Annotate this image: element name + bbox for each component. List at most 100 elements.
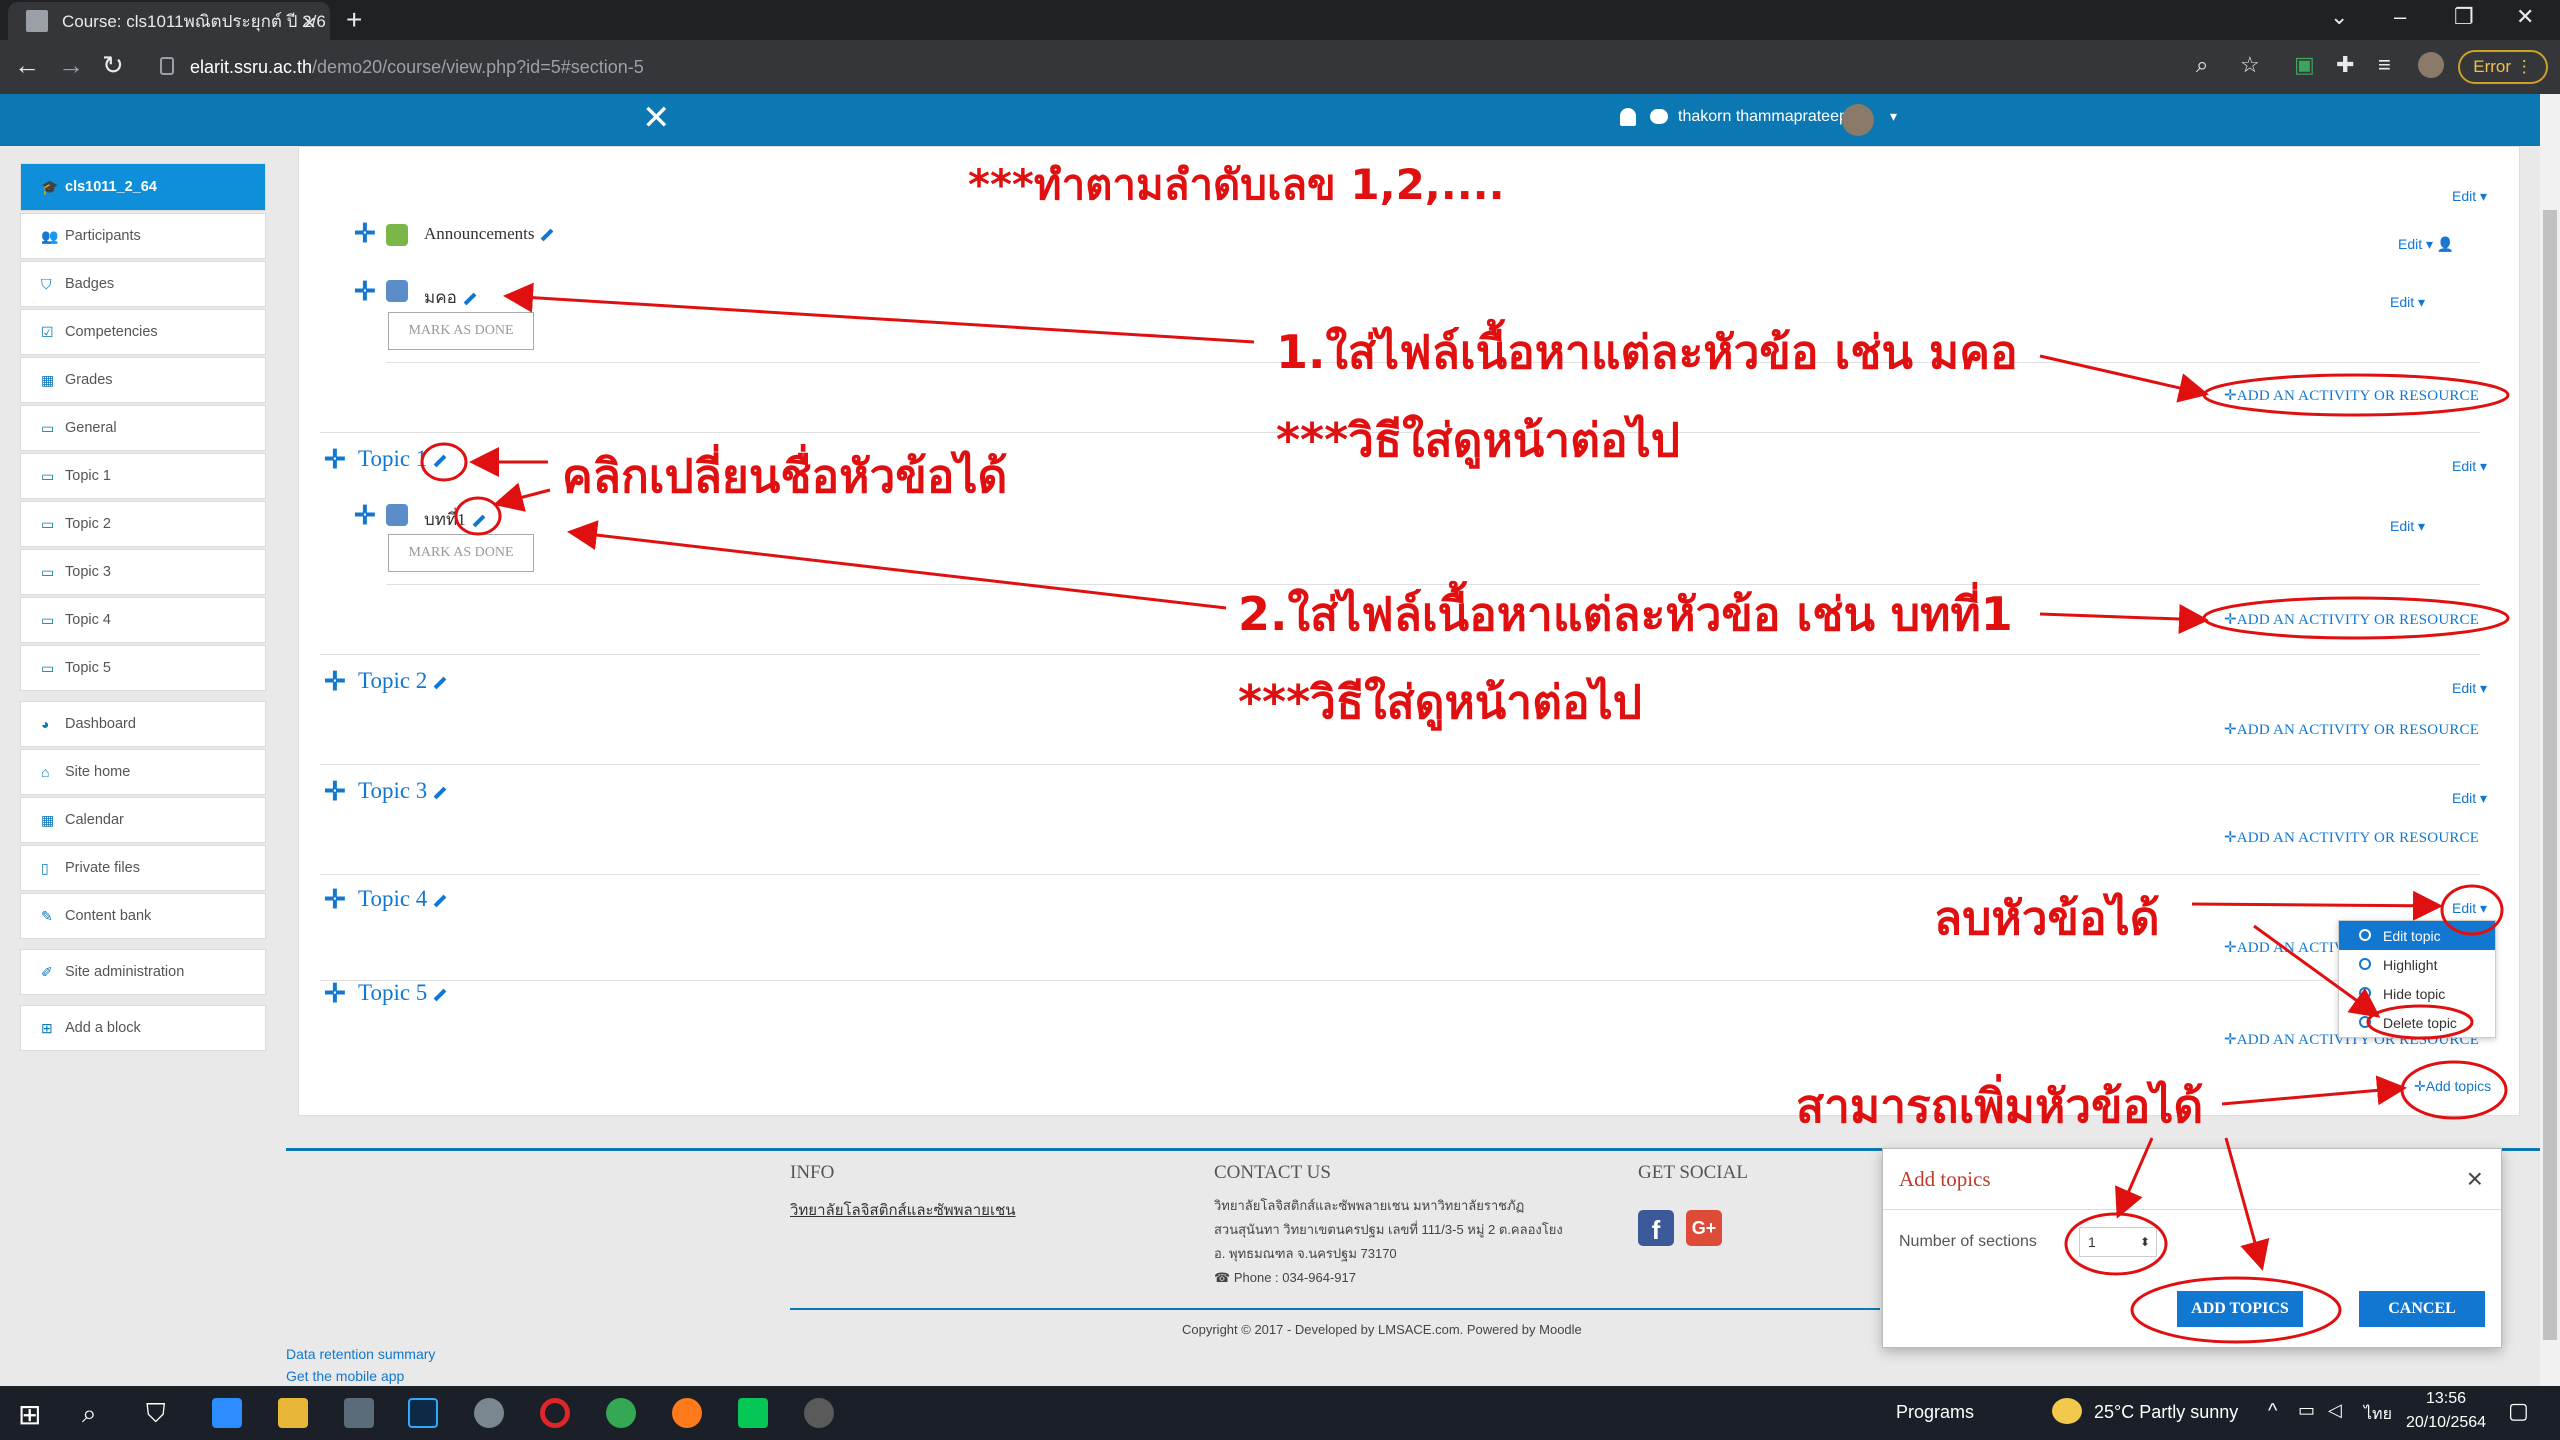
sidebar-item-topic-4[interactable]: ▭ Topic 4 (20, 597, 266, 643)
section-title-topic-2[interactable]: Topic 2 (358, 668, 447, 694)
window-close-button[interactable]: ✕ (2516, 4, 2534, 30)
close-drawer-icon[interactable]: ✕ (642, 98, 671, 138)
move-icon[interactable]: ✛ (324, 978, 346, 1009)
forward-button[interactable]: → (58, 50, 84, 81)
sidebar-item-site-administration[interactable]: ✐ Site administration (20, 949, 266, 995)
footer-info-link[interactable]: วิทยาลัยโลจิสติกส์และซัพพลายเชน (790, 1198, 1016, 1222)
move-icon[interactable]: ✛ (354, 276, 376, 307)
add-activity-link-topic-2[interactable]: ✛ADD AN ACTIVITY OR RESOURCE (2224, 720, 2479, 739)
messages-icon[interactable] (1650, 109, 1668, 124)
app-icon[interactable] (474, 1398, 504, 1428)
section-title-topic-4[interactable]: Topic 4 (358, 886, 447, 912)
activity-edit-chapter-1[interactable]: Edit ▾ (2390, 518, 2425, 535)
taskbar-time[interactable]: 13:56 (2426, 1390, 2466, 1408)
volume-icon[interactable]: ◁ (2328, 1400, 2342, 1421)
profile-avatar[interactable] (2418, 52, 2444, 78)
search-icon[interactable]: ⌕ (82, 1398, 112, 1428)
pencil-icon[interactable] (463, 292, 477, 306)
activity-link-chapter-1[interactable]: บทที่1 (424, 506, 486, 533)
opera-icon[interactable] (540, 1398, 570, 1428)
zoom-icon[interactable]: ⌕ (2196, 52, 2208, 78)
new-tab-button[interactable]: + (346, 4, 362, 36)
photoshop-icon[interactable] (408, 1398, 438, 1428)
reload-button[interactable]: ↻ (102, 50, 124, 81)
extensions-puzzle-icon[interactable]: ✚ (2336, 52, 2354, 78)
section-edit-topic-1[interactable]: Edit ▾ (2452, 458, 2487, 475)
sidebar-item-grades[interactable]: ▦ Grades (20, 357, 266, 403)
facebook-icon[interactable]: f (1638, 1210, 1674, 1246)
move-icon[interactable]: ✛ (324, 884, 346, 915)
error-button[interactable]: Error ⋮ (2458, 50, 2548, 84)
reading-list-icon[interactable]: ≡ (2378, 52, 2391, 78)
add-activity-link-topic-3[interactable]: ✛ADD AN ACTIVITY OR RESOURCE (2224, 828, 2479, 847)
menu-item-delete-topic[interactable]: Delete topic (2339, 1008, 2495, 1037)
activity-link-announcements[interactable]: Announcements (424, 224, 554, 244)
menu-item-edit-topic[interactable]: Edit topic (2339, 921, 2495, 950)
section-edit-general[interactable]: Edit ▾ (2452, 188, 2487, 205)
pencil-icon[interactable] (433, 454, 447, 468)
add-topics-link[interactable]: ✛Add topics (2414, 1078, 2491, 1095)
calculator-icon[interactable] (344, 1398, 374, 1428)
sidebar-item-topic-3[interactable]: ▭ Topic 3 (20, 549, 266, 595)
section-title-topic-3[interactable]: Topic 3 (358, 778, 447, 804)
firefox-icon[interactable] (672, 1398, 702, 1428)
url-bar[interactable]: elarit.ssru.ac.th/demo20/course/view.php… (148, 48, 1528, 86)
sections-number-select[interactable]: 1 ⬍ (2079, 1227, 2157, 1257)
security-shield-icon[interactable]: ⛉ (146, 1398, 176, 1428)
taskbar-programs[interactable]: Programs (1896, 1402, 1974, 1423)
browser-tab[interactable]: Course: cls1011พณิตประยุกต์ ปี 2/6 × (8, 2, 330, 40)
pencil-icon[interactable] (433, 894, 447, 908)
tab-close-icon[interactable]: × (303, 10, 316, 36)
chrome-active-icon[interactable] (804, 1398, 834, 1428)
move-icon[interactable]: ✛ (324, 666, 346, 697)
activity-edit-mko[interactable]: Edit ▾ (2390, 294, 2425, 311)
pencil-icon[interactable] (472, 514, 486, 528)
move-icon[interactable]: ✛ (324, 776, 346, 807)
modal-close-button[interactable]: × (2467, 1163, 2483, 1195)
extension-sheets-icon[interactable]: ▣ (2294, 52, 2315, 78)
file-explorer-icon[interactable] (278, 1398, 308, 1428)
google-plus-icon[interactable]: G+ (1686, 1210, 1722, 1246)
notification-bell-icon[interactable] (1620, 108, 1636, 126)
section-title-topic-5[interactable]: Topic 5 (358, 980, 447, 1006)
sidebar-item-topic-2[interactable]: ▭ Topic 2 (20, 501, 266, 547)
pencil-icon[interactable] (433, 988, 447, 1002)
sidebar-item-dashboard[interactable]: ◕ Dashboard (20, 701, 266, 747)
add-activity-link-topic-1[interactable]: ✛ADD AN ACTIVITY OR RESOURCE (2224, 610, 2479, 629)
section-title-topic-1[interactable]: Topic 1 (358, 446, 447, 472)
sidebar-item-content-bank[interactable]: ✎ Content bank (20, 893, 266, 939)
data-retention-link[interactable]: Data retention summary (286, 1346, 435, 1362)
sidebar-item-topic-1[interactable]: ▭ Topic 1 (20, 453, 266, 499)
menu-item-highlight[interactable]: Highlight (2339, 950, 2495, 979)
mark-as-done-button[interactable]: MARK AS DONE (388, 534, 534, 572)
line-app-icon[interactable] (738, 1398, 768, 1428)
pencil-icon[interactable] (433, 676, 447, 690)
sidebar-item-course[interactable]: 🎓 cls1011_2_64 (20, 163, 266, 211)
sidebar-item-add-block[interactable]: ⊞ Add a block (20, 1005, 266, 1051)
section-edit-topic-3[interactable]: Edit ▾ (2452, 790, 2487, 807)
taskbar-language[interactable]: ไทย (2364, 1402, 2392, 1427)
tab-search-icon[interactable]: ⌄ (2330, 4, 2348, 30)
section-edit-topic-2[interactable]: Edit ▾ (2452, 680, 2487, 697)
taskbar-date[interactable]: 20/10/2564 (2406, 1414, 2486, 1432)
section-edit-topic-4[interactable]: Edit ▾ (2452, 900, 2487, 917)
user-menu-caret-icon[interactable]: ▾ (1890, 108, 1897, 125)
sidebar-item-topic-5[interactable]: ▭ Topic 5 (20, 645, 266, 691)
chrome-icon[interactable] (606, 1398, 636, 1428)
sidebar-item-calendar[interactable]: ▦ Calendar (20, 797, 266, 843)
add-topics-button[interactable]: ADD TOPICS (2177, 1291, 2303, 1327)
tray-chevron-icon[interactable]: ^ (2268, 1400, 2277, 1423)
activity-edit-announcements[interactable]: Edit ▾ 👤 (2398, 236, 2454, 253)
sidebar-item-private-files[interactable]: ▯ Private files (20, 845, 266, 891)
cancel-button[interactable]: CANCEL (2359, 1291, 2485, 1327)
move-icon[interactable]: ✛ (324, 444, 346, 475)
minimize-button[interactable]: – (2394, 4, 2406, 30)
sidebar-item-site-home[interactable]: ⌂ Site home (20, 749, 266, 795)
user-name[interactable]: thakorn thammaprateep (1678, 108, 1848, 126)
activity-link-mko[interactable]: มคอ (424, 284, 477, 311)
mobile-app-link[interactable]: Get the mobile app (286, 1368, 404, 1384)
bookmark-star-icon[interactable]: ☆ (2240, 52, 2260, 78)
zoom-app-icon[interactable] (212, 1398, 242, 1428)
move-icon[interactable]: ✛ (354, 500, 376, 531)
sidebar-item-competencies[interactable]: ☑ Competencies (20, 309, 266, 355)
